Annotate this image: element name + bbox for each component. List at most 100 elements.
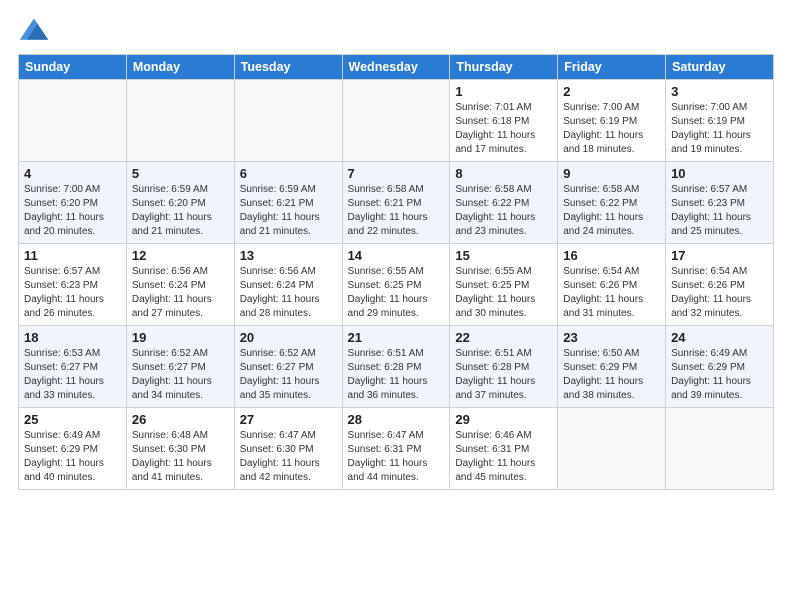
calendar-cell: 14 Sunrise: 6:55 AM Sunset: 6:25 PM Dayli… xyxy=(342,244,450,326)
cell-info: Sunrise: 6:50 AM Sunset: 6:29 PM Dayligh… xyxy=(563,347,660,403)
cell-info: Sunrise: 6:59 AM Sunset: 6:20 PM Dayligh… xyxy=(132,183,229,239)
calendar: SundayMondayTuesdayWednesdayThursdayFrid… xyxy=(18,54,774,490)
cell-info: Sunrise: 6:56 AM Sunset: 6:24 PM Dayligh… xyxy=(132,265,229,321)
day-number: 11 xyxy=(24,248,121,263)
day-number: 12 xyxy=(132,248,229,263)
calendar-cell: 22 Sunrise: 6:51 AM Sunset: 6:28 PM Dayli… xyxy=(450,326,558,408)
calendar-header-sunday: Sunday xyxy=(19,55,127,80)
day-number: 14 xyxy=(348,248,445,263)
day-number: 4 xyxy=(24,166,121,181)
calendar-header-tuesday: Tuesday xyxy=(234,55,342,80)
calendar-cell: 7 Sunrise: 6:58 AM Sunset: 6:21 PM Daylig… xyxy=(342,162,450,244)
calendar-header-monday: Monday xyxy=(126,55,234,80)
calendar-week-row: 25 Sunrise: 6:49 AM Sunset: 6:29 PM Dayli… xyxy=(19,408,774,490)
day-number: 25 xyxy=(24,412,121,427)
cell-info: Sunrise: 6:56 AM Sunset: 6:24 PM Dayligh… xyxy=(240,265,337,321)
day-number: 20 xyxy=(240,330,337,345)
calendar-cell xyxy=(19,80,127,162)
calendar-cell: 15 Sunrise: 6:55 AM Sunset: 6:25 PM Dayli… xyxy=(450,244,558,326)
calendar-cell: 23 Sunrise: 6:50 AM Sunset: 6:29 PM Dayli… xyxy=(558,326,666,408)
cell-info: Sunrise: 6:58 AM Sunset: 6:21 PM Dayligh… xyxy=(348,183,445,239)
calendar-cell: 25 Sunrise: 6:49 AM Sunset: 6:29 PM Dayli… xyxy=(19,408,127,490)
cell-info: Sunrise: 6:46 AM Sunset: 6:31 PM Dayligh… xyxy=(455,429,552,485)
calendar-cell: 29 Sunrise: 6:46 AM Sunset: 6:31 PM Dayli… xyxy=(450,408,558,490)
calendar-cell: 17 Sunrise: 6:54 AM Sunset: 6:26 PM Dayli… xyxy=(666,244,774,326)
calendar-cell: 21 Sunrise: 6:51 AM Sunset: 6:28 PM Dayli… xyxy=(342,326,450,408)
calendar-header-saturday: Saturday xyxy=(666,55,774,80)
day-number: 17 xyxy=(671,248,768,263)
calendar-cell: 3Sunrise: 7:00 AM Sunset: 6:19 PM Daylig… xyxy=(666,80,774,162)
day-number: 16 xyxy=(563,248,660,263)
day-number: 18 xyxy=(24,330,121,345)
calendar-cell: 27Sunrise: 6:47 AM Sunset: 6:30 PM Dayli… xyxy=(234,408,342,490)
calendar-cell: 24 Sunrise: 6:49 AM Sunset: 6:29 PM Dayli… xyxy=(666,326,774,408)
cell-info: Sunrise: 6:55 AM Sunset: 6:25 PM Dayligh… xyxy=(455,265,552,321)
calendar-week-row: 1 Sunrise: 7:01 AM Sunset: 6:18 PM Daylig… xyxy=(19,80,774,162)
calendar-cell: 26 Sunrise: 6:48 AM Sunset: 6:30 PM Dayli… xyxy=(126,408,234,490)
day-number: 21 xyxy=(348,330,445,345)
day-number: 7 xyxy=(348,166,445,181)
cell-info: Sunrise: 6:51 AM Sunset: 6:28 PM Dayligh… xyxy=(455,347,552,403)
calendar-cell: 11 Sunrise: 6:57 AM Sunset: 6:23 PM Dayli… xyxy=(19,244,127,326)
cell-info: Sunrise: 7:00 AM Sunset: 6:19 PM Dayligh… xyxy=(563,101,660,157)
day-number: 22 xyxy=(455,330,552,345)
day-number: 6 xyxy=(240,166,337,181)
cell-info: Sunrise: 6:54 AM Sunset: 6:26 PM Dayligh… xyxy=(671,265,768,321)
cell-info: Sunrise: 6:55 AM Sunset: 6:25 PM Dayligh… xyxy=(348,265,445,321)
calendar-header-thursday: Thursday xyxy=(450,55,558,80)
day-number: 19 xyxy=(132,330,229,345)
cell-info: Sunrise: 6:52 AM Sunset: 6:27 PM Dayligh… xyxy=(132,347,229,403)
cell-info: Sunrise: 6:49 AM Sunset: 6:29 PM Dayligh… xyxy=(24,429,121,485)
calendar-cell xyxy=(126,80,234,162)
calendar-cell: 19 Sunrise: 6:52 AM Sunset: 6:27 PM Dayli… xyxy=(126,326,234,408)
cell-info: Sunrise: 6:57 AM Sunset: 6:23 PM Dayligh… xyxy=(24,265,121,321)
logo-icon xyxy=(18,16,50,44)
day-number: 1 xyxy=(455,84,552,99)
day-number: 26 xyxy=(132,412,229,427)
day-number: 23 xyxy=(563,330,660,345)
calendar-cell: 1 Sunrise: 7:01 AM Sunset: 6:18 PM Daylig… xyxy=(450,80,558,162)
calendar-cell xyxy=(342,80,450,162)
cell-info: Sunrise: 6:53 AM Sunset: 6:27 PM Dayligh… xyxy=(24,347,121,403)
cell-info: Sunrise: 6:59 AM Sunset: 6:21 PM Dayligh… xyxy=(240,183,337,239)
day-number: 5 xyxy=(132,166,229,181)
calendar-cell: 13Sunrise: 6:56 AM Sunset: 6:24 PM Dayli… xyxy=(234,244,342,326)
calendar-week-row: 4 Sunrise: 7:00 AM Sunset: 6:20 PM Daylig… xyxy=(19,162,774,244)
day-number: 2 xyxy=(563,84,660,99)
cell-info: Sunrise: 7:01 AM Sunset: 6:18 PM Dayligh… xyxy=(455,101,552,157)
calendar-week-row: 11 Sunrise: 6:57 AM Sunset: 6:23 PM Dayli… xyxy=(19,244,774,326)
cell-info: Sunrise: 6:57 AM Sunset: 6:23 PM Dayligh… xyxy=(671,183,768,239)
day-number: 15 xyxy=(455,248,552,263)
calendar-cell: 12 Sunrise: 6:56 AM Sunset: 6:24 PM Dayli… xyxy=(126,244,234,326)
cell-info: Sunrise: 6:54 AM Sunset: 6:26 PM Dayligh… xyxy=(563,265,660,321)
day-number: 3 xyxy=(671,84,768,99)
calendar-cell: 20 Sunrise: 6:52 AM Sunset: 6:27 PM Dayli… xyxy=(234,326,342,408)
calendar-week-row: 18 Sunrise: 6:53 AM Sunset: 6:27 PM Dayli… xyxy=(19,326,774,408)
cell-info: Sunrise: 7:00 AM Sunset: 6:20 PM Dayligh… xyxy=(24,183,121,239)
cell-info: Sunrise: 6:58 AM Sunset: 6:22 PM Dayligh… xyxy=(455,183,552,239)
calendar-cell xyxy=(666,408,774,490)
day-number: 29 xyxy=(455,412,552,427)
cell-info: Sunrise: 6:51 AM Sunset: 6:28 PM Dayligh… xyxy=(348,347,445,403)
calendar-header-wednesday: Wednesday xyxy=(342,55,450,80)
calendar-header-row: SundayMondayTuesdayWednesdayThursdayFrid… xyxy=(19,55,774,80)
calendar-cell: 2 Sunrise: 7:00 AM Sunset: 6:19 PM Daylig… xyxy=(558,80,666,162)
day-number: 28 xyxy=(348,412,445,427)
day-number: 24 xyxy=(671,330,768,345)
header xyxy=(18,16,774,44)
day-number: 9 xyxy=(563,166,660,181)
calendar-cell xyxy=(558,408,666,490)
calendar-cell: 28 Sunrise: 6:47 AM Sunset: 6:31 PM Dayli… xyxy=(342,408,450,490)
cell-info: Sunrise: 6:48 AM Sunset: 6:30 PM Dayligh… xyxy=(132,429,229,485)
calendar-cell: 5 Sunrise: 6:59 AM Sunset: 6:20 PM Daylig… xyxy=(126,162,234,244)
calendar-cell: 18 Sunrise: 6:53 AM Sunset: 6:27 PM Dayli… xyxy=(19,326,127,408)
day-number: 10 xyxy=(671,166,768,181)
cell-info: Sunrise: 6:52 AM Sunset: 6:27 PM Dayligh… xyxy=(240,347,337,403)
calendar-cell: 8Sunrise: 6:58 AM Sunset: 6:22 PM Daylig… xyxy=(450,162,558,244)
cell-info: Sunrise: 6:49 AM Sunset: 6:29 PM Dayligh… xyxy=(671,347,768,403)
calendar-cell: 9Sunrise: 6:58 AM Sunset: 6:22 PM Daylig… xyxy=(558,162,666,244)
calendar-header-friday: Friday xyxy=(558,55,666,80)
cell-info: Sunrise: 6:47 AM Sunset: 6:31 PM Dayligh… xyxy=(348,429,445,485)
cell-info: Sunrise: 6:47 AM Sunset: 6:30 PM Dayligh… xyxy=(240,429,337,485)
page: SundayMondayTuesdayWednesdayThursdayFrid… xyxy=(0,0,792,612)
